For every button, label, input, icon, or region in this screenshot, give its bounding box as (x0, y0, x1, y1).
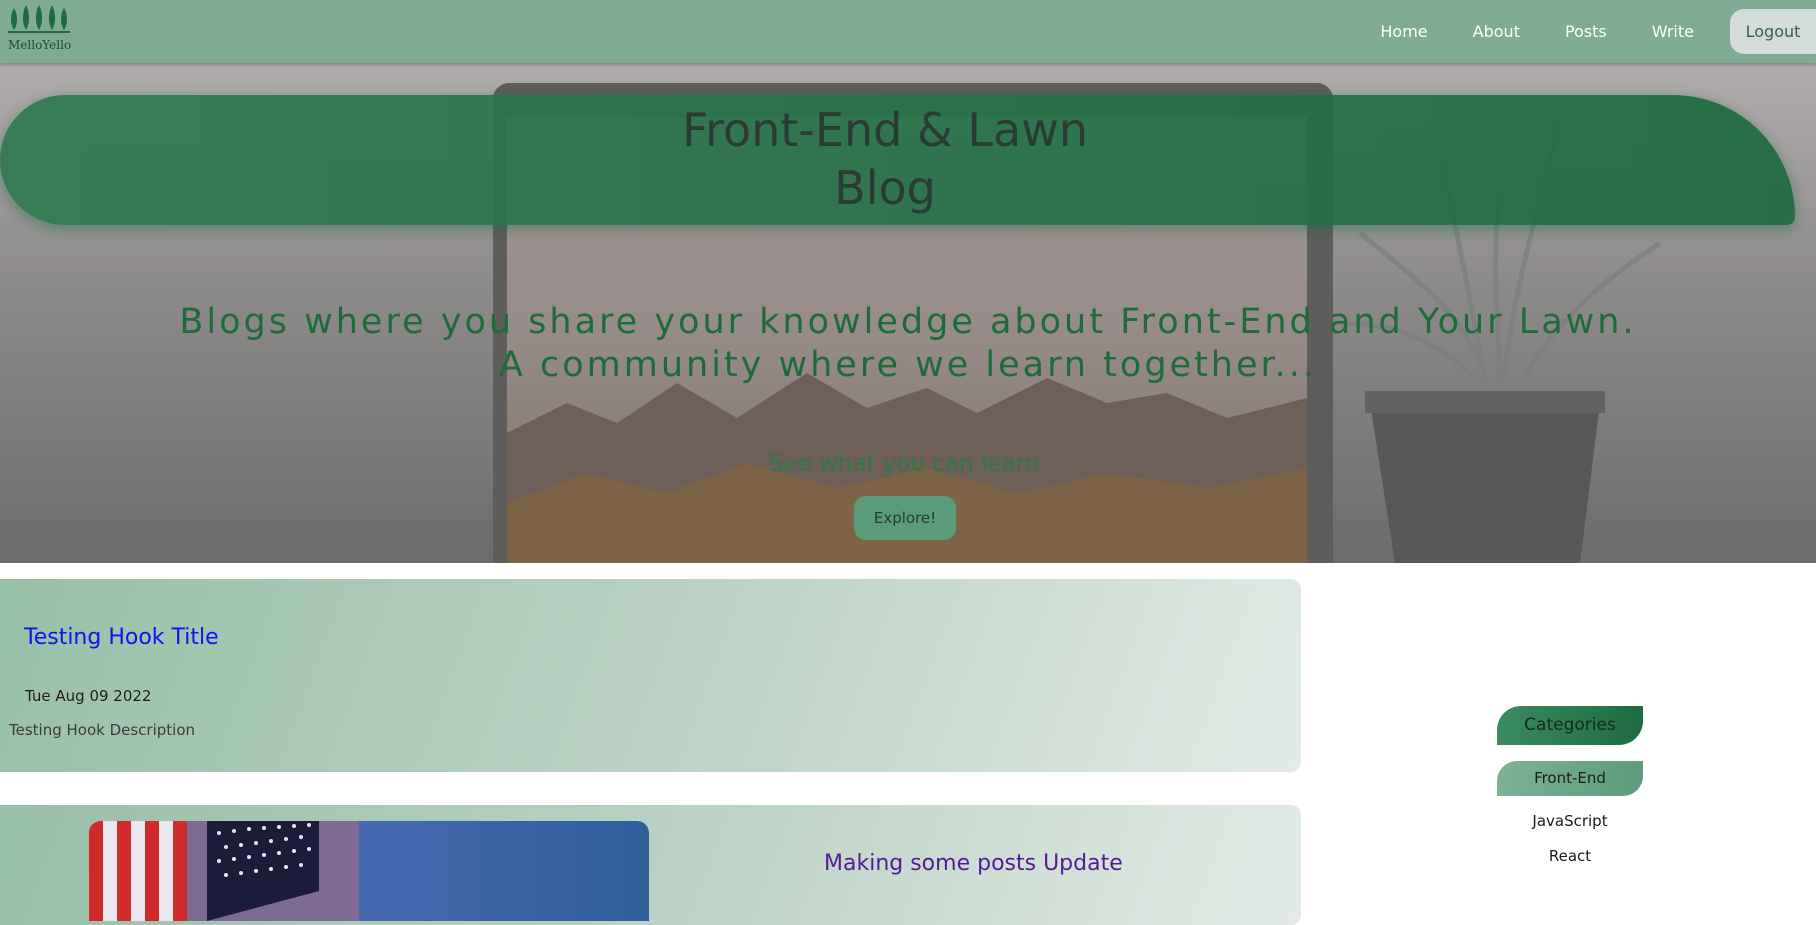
post-card: Testing Hook Title Tue Aug 09 2022 Testi… (0, 579, 1301, 772)
explore-button[interactable]: Explore! (854, 496, 956, 540)
categories-header: Categories (1497, 706, 1643, 745)
navbar: MelloYello Home About Posts Write Logout (0, 0, 1816, 63)
nav-write-link[interactable]: Write (1652, 22, 1694, 41)
post-card: Making some posts Update (0, 805, 1301, 925)
post-title-link[interactable]: Making some posts Update (824, 851, 1123, 876)
nav-links: Home About Posts Write Logout (1380, 0, 1816, 63)
hero-tagline-line1: Blogs where you share your knowledge abo… (179, 302, 1637, 342)
leaves-logo-icon (8, 5, 70, 33)
post-date: Tue Aug 09 2022 (25, 687, 152, 705)
category-javascript[interactable]: JavaScript (1497, 804, 1643, 839)
hero-subheading: See what you can learn (768, 451, 1040, 477)
categories-sidebar: Categories Front-End JavaScript React (1497, 706, 1643, 874)
category-front-end[interactable]: Front-End (1497, 761, 1643, 796)
post-title-link[interactable]: Testing Hook Title (24, 625, 219, 650)
nav-about-link[interactable]: About (1473, 22, 1520, 41)
us-flag-image (89, 821, 359, 921)
logo-text: MelloYello (8, 38, 72, 52)
hero-title: Front-End & Lawn Blog (640, 101, 1130, 217)
nav-home-link[interactable]: Home (1380, 22, 1427, 41)
post-description: Testing Hook Description (9, 721, 196, 739)
logout-button[interactable]: Logout (1730, 9, 1816, 54)
hero-tagline: Blogs where you share your knowledge abo… (0, 301, 1816, 387)
hero-section: Front-End & Lawn Blog Blogs where you sh… (0, 63, 1816, 563)
hero-title-line1: Front-End & Lawn (681, 103, 1089, 157)
hero-title-line2: Blog (834, 161, 936, 215)
nav-posts-link[interactable]: Posts (1565, 22, 1607, 41)
category-react[interactable]: React (1497, 839, 1643, 874)
hero-tagline-line2: A community where we learn together... (498, 345, 1318, 385)
post-thumbnail-image[interactable] (89, 821, 649, 921)
logo[interactable]: MelloYello (6, 2, 76, 58)
